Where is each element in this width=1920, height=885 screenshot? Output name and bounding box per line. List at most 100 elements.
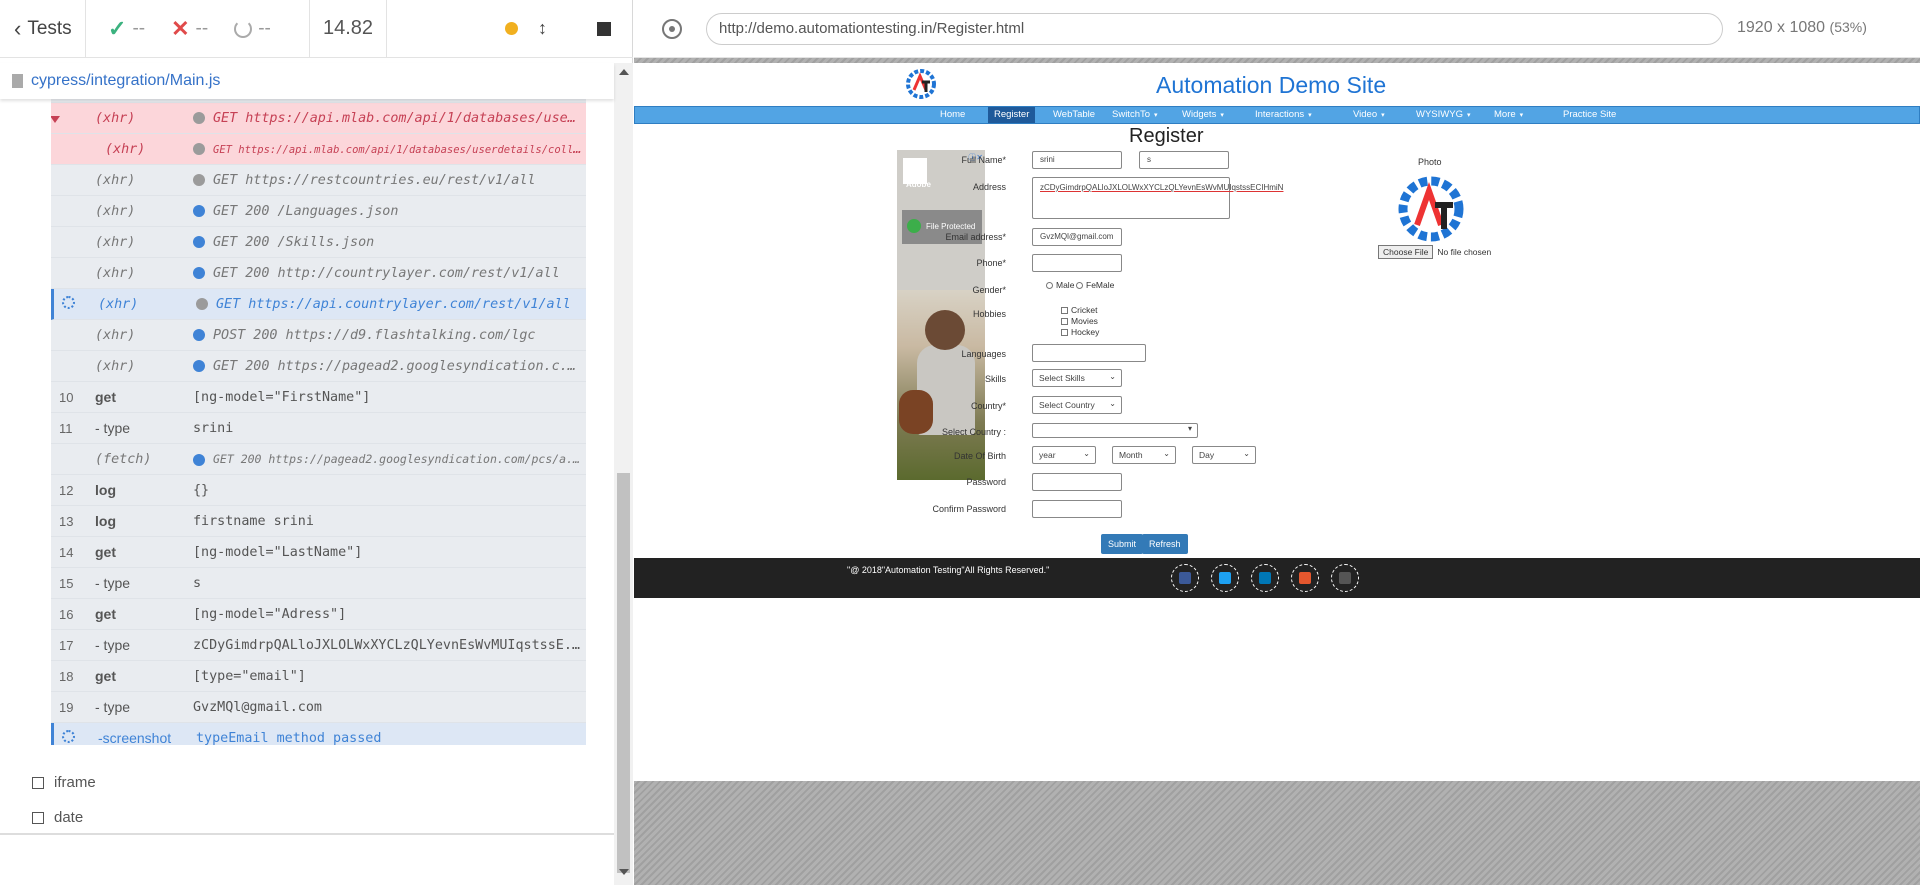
site-logo-icon bbox=[906, 69, 936, 99]
viewport-size: 1920 x 1080 (53%) bbox=[1737, 19, 1867, 37]
facebook-icon[interactable] bbox=[1171, 564, 1199, 592]
command-message: [ng-model="LastName"] bbox=[193, 545, 583, 560]
command-number: 11 bbox=[59, 420, 73, 436]
hobby-cricket-checkbox[interactable]: Cricket bbox=[1061, 305, 1097, 315]
command-log-row[interactable]: 11 - type srini bbox=[51, 413, 586, 444]
scrollbar-thumb[interactable] bbox=[617, 473, 630, 873]
checkbox-label: Cricket bbox=[1071, 305, 1098, 315]
command-log-row[interactable]: -screenshot typeEmail method passed bbox=[51, 723, 586, 745]
country-select[interactable]: Select Country ⌄ bbox=[1032, 396, 1122, 414]
test-item-iframe[interactable]: iframe bbox=[32, 774, 96, 791]
command-message: GET https://api.mlab.com/api/1/databases… bbox=[193, 111, 583, 126]
nav-register[interactable]: Register bbox=[988, 107, 1036, 123]
command-log-scrollbar[interactable] bbox=[614, 63, 633, 885]
caret-down-icon: ▾ bbox=[1308, 112, 1312, 119]
check-icon: ✓ bbox=[108, 15, 127, 41]
first-name-input[interactable]: srini bbox=[1032, 151, 1122, 169]
twitter-icon[interactable] bbox=[1211, 564, 1239, 592]
nav-video[interactable]: Video ▾ bbox=[1347, 107, 1391, 123]
command-log-row[interactable]: 12 log {} bbox=[51, 475, 586, 506]
runner-panel: ‹ Tests ✓ -- ✕ -- -- 14.82 ↕ cypress/integ… bbox=[0, 0, 633, 885]
caret-down-icon: ▾ bbox=[1466, 112, 1471, 119]
nav-interactions[interactable]: Interactions ▾ bbox=[1249, 107, 1318, 123]
spec-file-bar[interactable]: cypress/integration/Main.js bbox=[0, 63, 614, 99]
youtube-glyph bbox=[1339, 572, 1351, 584]
password-input[interactable] bbox=[1032, 473, 1122, 491]
command-log-row[interactable]: 17 - type zCDyGimdrpQALloJXLOLWxXYCLzQLYev… bbox=[51, 630, 586, 661]
select-value: Select Country bbox=[1039, 400, 1095, 410]
languages-multiselect[interactable] bbox=[1032, 344, 1146, 362]
nav-widgets[interactable]: Widgets ▾ bbox=[1176, 107, 1230, 123]
command-log-row[interactable]: (xhr) GET https://api.mlab.com/api/1/data… bbox=[51, 134, 586, 165]
nav-more[interactable]: More ▾ bbox=[1488, 107, 1529, 123]
command-log-row[interactable]: (xhr) GET 200 http://countrylayer.com/res… bbox=[51, 258, 586, 289]
email-input[interactable]: GvzMQl@gmail.com bbox=[1032, 228, 1122, 246]
nav-practice-site[interactable]: Practice Site bbox=[1557, 107, 1622, 123]
command-name: - type bbox=[95, 575, 131, 591]
command-log-row[interactable]: 10 get [ng-model="FirstName"] bbox=[51, 382, 586, 413]
test-checkbox-icon bbox=[32, 776, 44, 789]
google-plus-icon[interactable] bbox=[1291, 564, 1319, 592]
command-log-row[interactable]: (xhr) GET https://restcountries.eu/rest/v… bbox=[51, 165, 586, 196]
caret-down-icon[interactable] bbox=[51, 116, 60, 123]
command-log-row[interactable]: 16 get [ng-model="Adress"] bbox=[51, 599, 586, 630]
hobby-movies-checkbox[interactable]: Movies bbox=[1061, 316, 1098, 326]
scroll-up-arrow-icon[interactable] bbox=[619, 69, 629, 75]
command-log-row[interactable]: (xhr) GET 200 /Skills.json bbox=[51, 227, 586, 258]
command-log-row[interactable]: 14 get [ng-model="LastName"] bbox=[51, 537, 586, 568]
command-log-row[interactable]: (xhr) POST 200 https://d9.flashtalking.co… bbox=[51, 320, 586, 351]
command-log-row[interactable]: (xhr) GET https://api.countrylayer.com/re… bbox=[51, 289, 586, 320]
refresh-button[interactable]: Refresh bbox=[1142, 534, 1188, 554]
linkedin-icon[interactable] bbox=[1251, 564, 1279, 592]
dob-day-select[interactable]: Day ⌄ bbox=[1192, 446, 1256, 464]
command-name: - type bbox=[95, 637, 131, 653]
command-log-row[interactable]: 13 log firstname srini bbox=[51, 506, 586, 537]
status-dot-icon bbox=[193, 111, 205, 124]
hobby-hockey-checkbox[interactable]: Hockey bbox=[1061, 327, 1099, 337]
dob-month-select[interactable]: Month ⌄ bbox=[1112, 446, 1176, 464]
gender-male-radio[interactable]: Male bbox=[1046, 280, 1074, 290]
command-message-text: GET https://api.mlab.com/api/1/databases… bbox=[213, 110, 583, 126]
nav-home[interactable]: Home bbox=[934, 107, 971, 123]
command-log-row[interactable]: 19 - type GvzMQl@gmail.com bbox=[51, 692, 586, 723]
command-message-text: GET 200 http://countrylayer.com/rest/v1/… bbox=[213, 265, 560, 281]
label-dob: Date Of Birth bbox=[953, 451, 1006, 461]
label-photo: Photo bbox=[1418, 157, 1442, 167]
country-combobox[interactable]: ▾ bbox=[1032, 423, 1198, 438]
command-log-row[interactable]: (xhr) GET https://api.mlab.com/api/1/data… bbox=[51, 103, 586, 134]
auto-scroll-toggle-icon[interactable]: ↕ bbox=[538, 18, 547, 39]
gender-female-radio[interactable]: FeMale bbox=[1076, 280, 1114, 290]
submit-button[interactable]: Submit bbox=[1101, 534, 1144, 554]
address-textarea[interactable]: zCDyGimdrpQALloJXLOLWxXYCLzQLYevnEsWvMUI… bbox=[1032, 177, 1283, 219]
command-log-row[interactable]: 15 - type s bbox=[51, 568, 586, 599]
photo-file-input[interactable]: Choose File No file chosen bbox=[1378, 245, 1491, 259]
confirm-password-input[interactable] bbox=[1032, 500, 1122, 518]
nav-label: Interactions bbox=[1255, 109, 1305, 120]
command-log-row[interactable]: (xhr) GET 200 /Languages.json bbox=[51, 196, 586, 227]
choose-file-button[interactable]: Choose File bbox=[1378, 245, 1434, 259]
site-footer: "@ 2018"Automation Testing"All Rights Re… bbox=[634, 558, 1920, 598]
radio-icon bbox=[1076, 282, 1083, 290]
last-name-input[interactable]: s bbox=[1139, 151, 1229, 169]
selector-playground-icon[interactable] bbox=[662, 19, 682, 39]
command-message: [type="email"] bbox=[193, 669, 583, 684]
skills-select[interactable]: Select Skills ⌄ bbox=[1032, 369, 1122, 387]
nav-wysiwyg[interactable]: WYSIWYG ▾ bbox=[1410, 107, 1477, 123]
twitter-glyph bbox=[1219, 572, 1231, 584]
nav-switchto[interactable]: SwitchTo ▾ bbox=[1106, 107, 1164, 123]
command-log-row[interactable]: (xhr) GET 200 https://pagead2.googlesyndi… bbox=[51, 351, 586, 382]
command-message-text: srini bbox=[193, 420, 234, 436]
test-item-date[interactable]: date bbox=[32, 809, 83, 826]
youtube-icon[interactable] bbox=[1331, 564, 1359, 592]
select-value: Day bbox=[1199, 450, 1215, 460]
phone-input[interactable] bbox=[1032, 254, 1122, 272]
command-name: (xhr) bbox=[95, 358, 136, 374]
nav-webtable[interactable]: WebTable bbox=[1047, 107, 1101, 123]
scroll-down-arrow-icon[interactable] bbox=[619, 869, 629, 875]
back-to-tests-button[interactable]: ‹ Tests bbox=[0, 0, 86, 58]
url-input[interactable]: http://demo.automationtesting.in/Registe… bbox=[706, 13, 1723, 45]
dob-year-select[interactable]: year ⌄ bbox=[1032, 446, 1096, 464]
command-log-row[interactable]: 18 get [type="email"] bbox=[51, 661, 586, 692]
stop-button[interactable] bbox=[597, 21, 611, 36]
command-log-row[interactable]: (fetch) GET 200 https://pagead2.googlesyn… bbox=[51, 444, 586, 475]
